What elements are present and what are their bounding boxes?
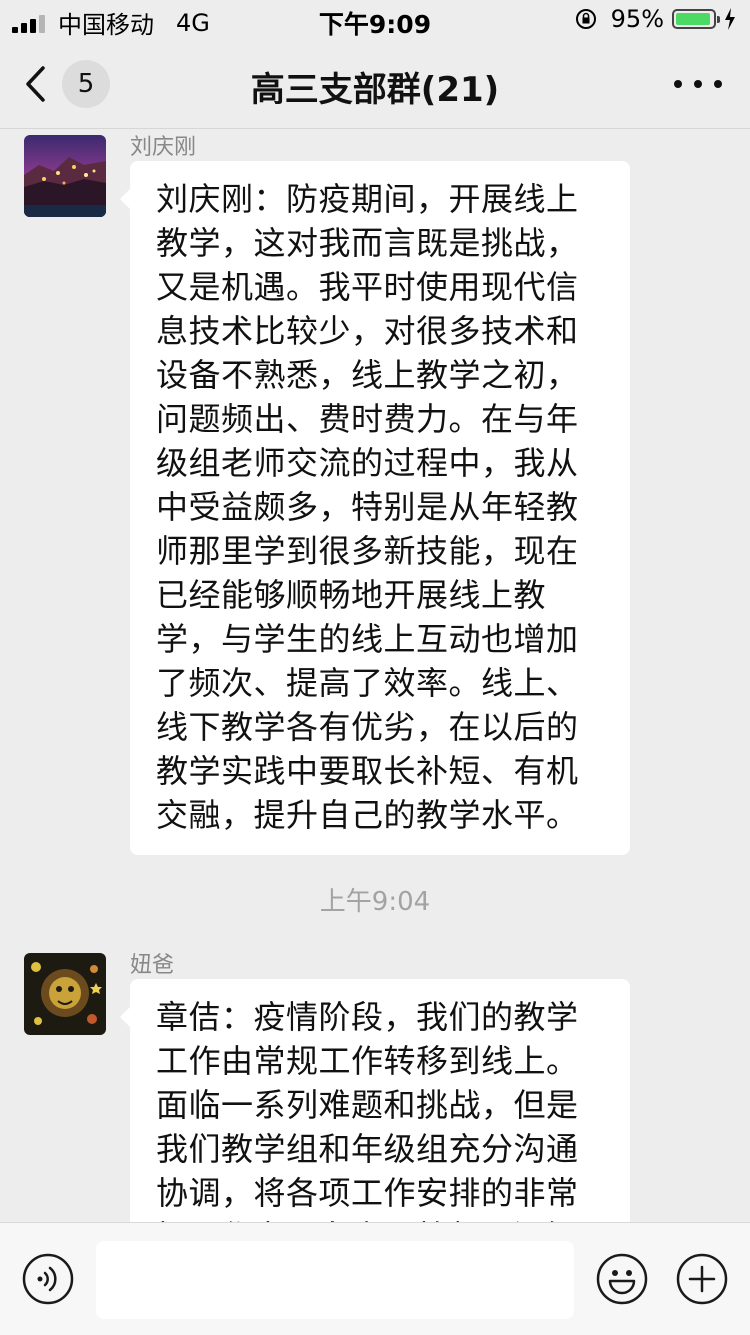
emoji-icon[interactable] [596, 1253, 648, 1305]
sender-name: 妞爸 [130, 953, 175, 978]
battery-icon [672, 9, 720, 29]
avatar[interactable] [24, 135, 106, 217]
plus-icon[interactable] [676, 1253, 728, 1305]
battery-fill [676, 13, 711, 25]
avatar-image [24, 135, 106, 217]
avatar-image [24, 953, 106, 1035]
message-bubble[interactable]: 章佶：疫情阶段，我们的教学工作由常规工作转移到线上。面临一系列难题和挑战，但是我… [120, 979, 630, 1222]
more-dots-icon [674, 80, 682, 88]
message-bubble[interactable]: 刘庆刚：防疫期间，开展线上教学，这对我而言既是挑战，又是机遇。我平时使用现代信息… [120, 161, 630, 855]
sender-name: 刘庆刚 [130, 135, 197, 160]
message-list[interactable]: 刘庆刚 刘庆刚：防疫期间，开展线上教学，这对我而言既是挑战，又是机遇。我平时使用… [0, 129, 750, 1222]
battery-percent: 95% [610, 5, 664, 33]
charging-bolt-icon [725, 8, 735, 30]
avatar[interactable] [24, 953, 106, 1035]
chat-header: 5 高三支部群(21) [0, 40, 750, 129]
rotation-lock-icon [575, 9, 596, 29]
voice-icon[interactable] [22, 1253, 74, 1305]
message-input[interactable] [96, 1241, 574, 1319]
message-timestamp: 上午9:04 [319, 887, 431, 917]
more-options-button[interactable] [674, 70, 722, 98]
chat-title: 高三支部群(21) [250, 70, 500, 110]
status-bar: 中国移动 4G 下午9:09 95% [0, 0, 750, 40]
status-right: 95% [575, 5, 736, 33]
input-bar [0, 1222, 750, 1335]
